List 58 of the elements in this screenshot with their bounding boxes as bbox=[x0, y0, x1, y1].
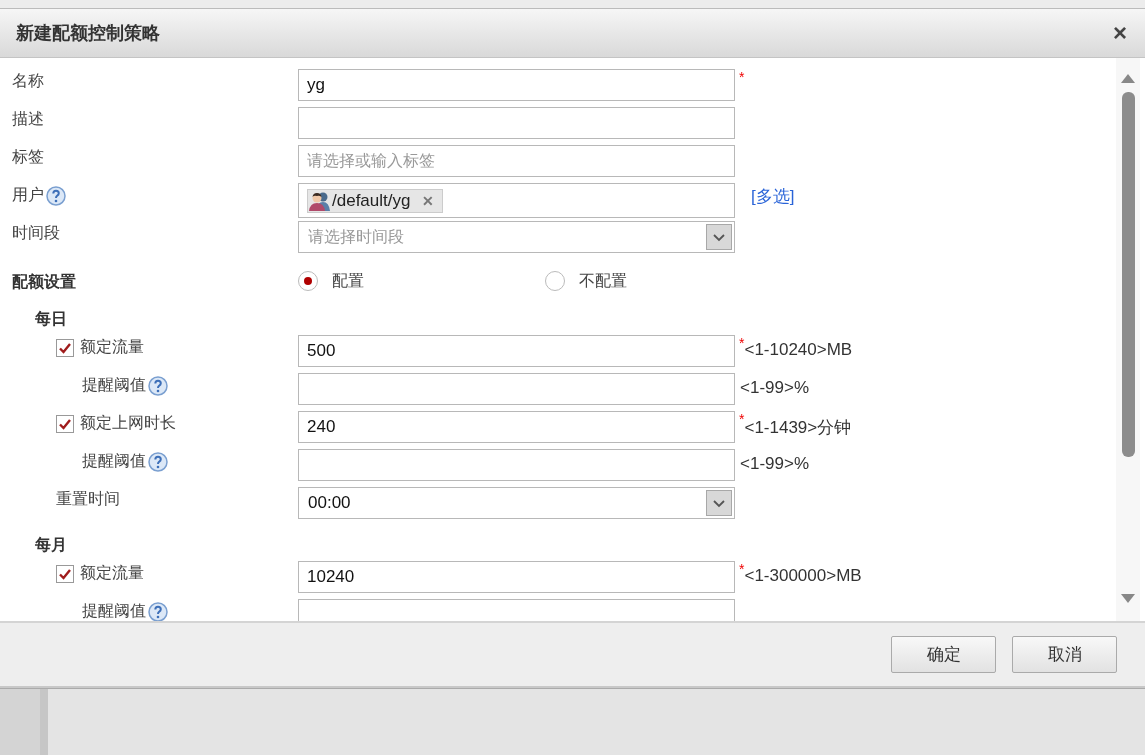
section-label: 每日 bbox=[34, 309, 67, 330]
remove-tag-button[interactable]: ✕ bbox=[422, 192, 435, 209]
input-field[interactable]: 请选择或输入标签 bbox=[298, 145, 735, 177]
scroll-down-icon[interactable] bbox=[1120, 593, 1136, 605]
input-field[interactable] bbox=[298, 373, 735, 405]
field-label: 名称 bbox=[12, 71, 44, 92]
field-label: 提醒阈值 bbox=[82, 375, 146, 396]
dialog-title: 新建配额控制策略 bbox=[16, 21, 160, 45]
field-label: 配额设置 bbox=[12, 271, 76, 293]
select-field[interactable]: 00:00 bbox=[298, 487, 735, 519]
dialog-button[interactable]: 确定 bbox=[891, 636, 996, 673]
field-label: 提醒阈值 bbox=[82, 451, 146, 472]
range-hint: <1-99>% bbox=[740, 453, 809, 474]
range-hint: <1-1439>分钟 bbox=[744, 417, 852, 439]
dropdown-icon[interactable] bbox=[706, 490, 732, 516]
section-label: 每月 bbox=[34, 535, 67, 556]
field-label: 描述 bbox=[12, 109, 44, 130]
user-field[interactable]: /default/yg ✕ bbox=[298, 183, 735, 218]
input-field[interactable]: yg bbox=[298, 69, 735, 101]
dialog-button[interactable]: 取消 bbox=[1012, 636, 1117, 673]
field-label: 额定流量 bbox=[80, 563, 144, 584]
field-label: 标签 bbox=[12, 147, 44, 168]
scrollbar[interactable] bbox=[1116, 58, 1140, 621]
help-icon[interactable] bbox=[46, 185, 66, 206]
radio-label: 不配置 bbox=[579, 270, 627, 292]
field-label: 重置时间 bbox=[56, 489, 120, 510]
radio-button[interactable] bbox=[545, 271, 565, 291]
range-hint: <1-300000>MB bbox=[744, 566, 862, 586]
input-field[interactable] bbox=[298, 107, 735, 139]
help-icon[interactable] bbox=[148, 451, 168, 472]
checkbox[interactable] bbox=[56, 564, 74, 583]
scroll-thumb[interactable] bbox=[1121, 92, 1135, 457]
range-hint: <1-10240>MB bbox=[744, 340, 853, 360]
input-field[interactable]: 10240 bbox=[298, 561, 735, 593]
field-label: 时间段 bbox=[12, 223, 60, 244]
field-label: 用户 bbox=[12, 185, 44, 206]
required-mark: * bbox=[739, 411, 745, 427]
multi-select-link[interactable]: [多选] bbox=[751, 183, 795, 208]
field-label: 提醒阈值 bbox=[82, 601, 146, 621]
dropdown-icon[interactable] bbox=[706, 224, 732, 250]
required-mark: * bbox=[739, 69, 745, 85]
help-icon[interactable] bbox=[148, 375, 168, 396]
help-icon[interactable] bbox=[148, 601, 168, 621]
scroll-up-icon[interactable] bbox=[1120, 72, 1136, 84]
range-hint: <1-99>% bbox=[740, 377, 809, 398]
checkbox[interactable] bbox=[56, 338, 74, 357]
radio-button[interactable] bbox=[298, 271, 318, 291]
close-button[interactable]: × bbox=[1109, 19, 1131, 47]
checkbox[interactable] bbox=[56, 414, 74, 433]
input-field[interactable]: 240 bbox=[298, 411, 735, 443]
input-field[interactable] bbox=[298, 449, 735, 481]
field-label: 额定流量 bbox=[80, 337, 144, 358]
field-label: 额定上网时长 bbox=[80, 413, 176, 434]
required-mark: * bbox=[739, 561, 745, 577]
radio-label: 配置 bbox=[332, 270, 364, 292]
tag-text: /default/yg bbox=[332, 190, 411, 211]
input-field[interactable]: 500 bbox=[298, 335, 735, 367]
required-mark: * bbox=[739, 335, 745, 351]
